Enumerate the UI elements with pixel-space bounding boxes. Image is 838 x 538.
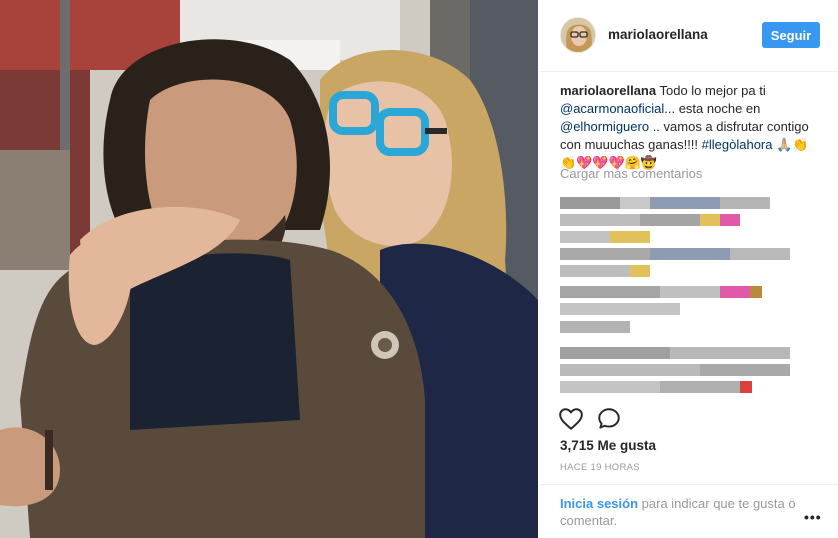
post-footer: Inicia sesión para indicar que te gusta … [540,484,838,538]
follow-button[interactable]: Seguir [762,22,820,48]
load-more-comments-link[interactable]: Cargar más comentarios [560,166,702,181]
comment-bubble-icon[interactable] [596,406,622,432]
redacted-comment [560,194,812,210]
post-timestamp: HACE 19 HORAS [560,462,640,473]
post-photo[interactable] [0,0,538,538]
login-prompt: Inicia sesión para indicar que te gusta … [560,495,800,529]
redacted-comment [560,300,812,316]
avatar[interactable] [560,17,596,53]
caption-text-1: Todo lo mejor pa ti [656,83,766,98]
heart-icon[interactable] [558,406,584,432]
redacted-comment [560,344,812,360]
post-header: mariolaorellana Seguir [540,0,838,72]
post-caption: mariolaorellana Todo lo mejor pa ti @aca… [560,82,822,172]
mention-link-elhormiguero[interactable]: @elhormiguero [560,119,649,134]
post-photo-image [0,0,538,538]
more-options-icon[interactable]: ••• [804,509,822,525]
caption-text-2: ... esta noche en [664,101,761,116]
username-link[interactable]: mariolaorellana [608,27,708,42]
redacted-comment [560,361,812,377]
post-side-panel: mariolaorellana Seguir mariolaorellana T… [540,0,838,538]
redacted-comment [560,378,812,394]
caption-author-link[interactable]: mariolaorellana [560,83,656,98]
redacted-comment [560,245,812,261]
likes-count[interactable]: 3,715 Me gusta [560,438,656,453]
redacted-comment [560,228,812,244]
avatar-image [561,18,595,52]
redacted-comment [560,211,812,227]
hashtag-link[interactable]: #llegòlahora [702,137,773,152]
post-actions [558,406,658,434]
redacted-comment [560,283,812,299]
mention-link-acarmonaoficial[interactable]: @acarmonaoficial [560,101,664,116]
redacted-comment [560,262,812,278]
redacted-comment [560,318,812,334]
login-link[interactable]: Inicia sesión [560,496,638,511]
